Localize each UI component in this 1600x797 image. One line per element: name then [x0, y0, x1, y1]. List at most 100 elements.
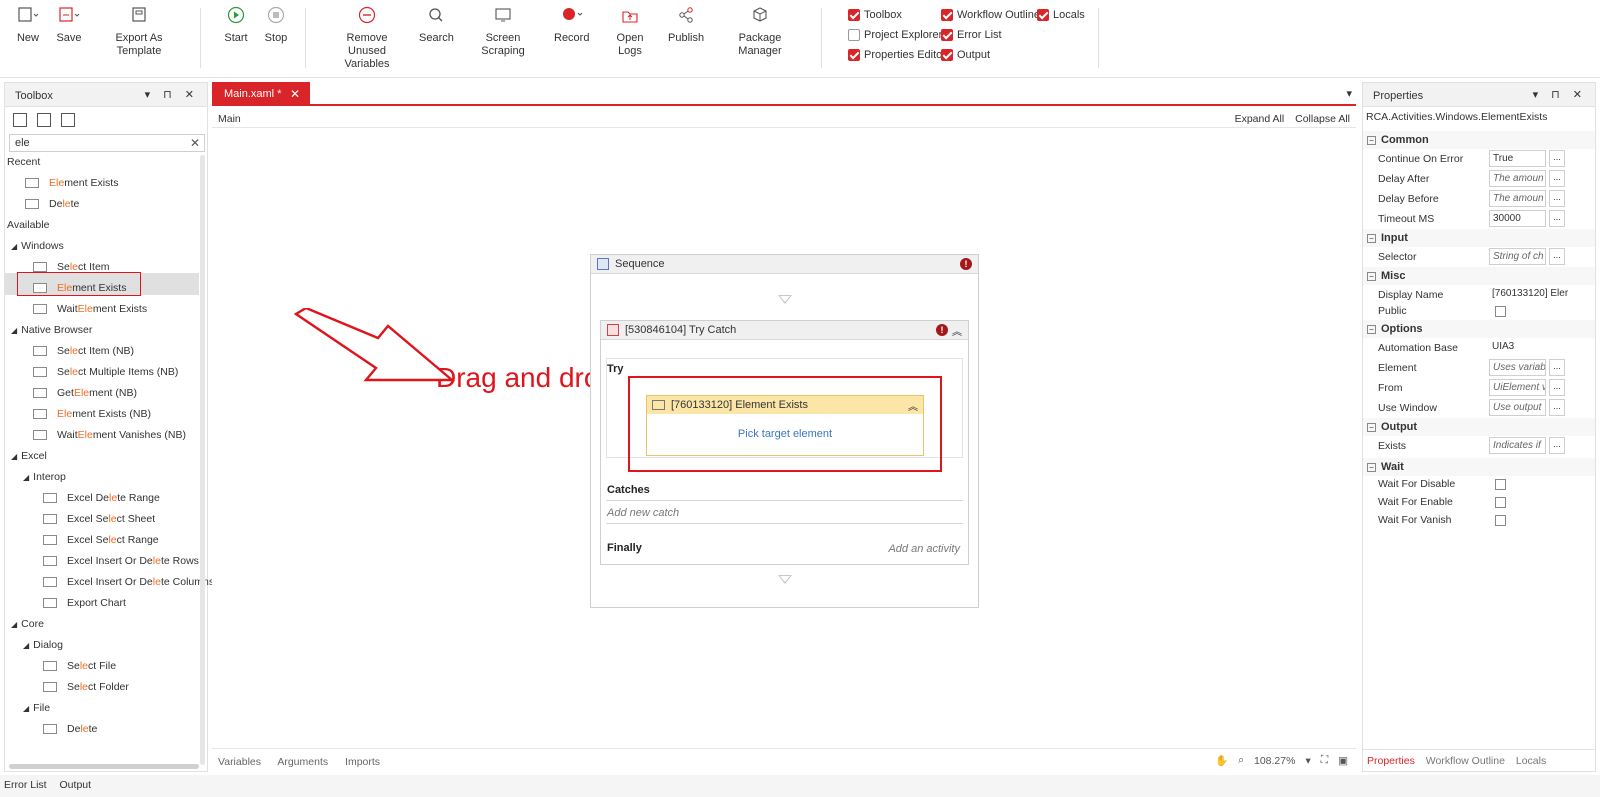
pan-hand-icon[interactable]: ✋ — [1215, 754, 1228, 767]
tab-list-icon[interactable]: ▾ — [1346, 87, 1352, 100]
list-item[interactable]: Export Chart — [43, 597, 126, 609]
category-options[interactable]: − Options — [1363, 320, 1595, 338]
save-button[interactable]: Save — [55, 6, 83, 45]
properties-editor-toggle[interactable]: Properties Editor — [848, 49, 946, 61]
stop-button[interactable]: Stop — [262, 6, 290, 45]
wait-vanish-checkbox[interactable] — [1495, 515, 1506, 526]
use-window-field[interactable]: Use output — [1489, 399, 1546, 416]
selector-field[interactable]: String of ch — [1489, 248, 1546, 265]
list-view-icon[interactable] — [61, 113, 75, 127]
ellipsis-button[interactable]: ... — [1549, 379, 1565, 396]
tab-workflow-outline[interactable]: Workflow Outline — [1426, 755, 1505, 767]
ellipsis-button[interactable]: ... — [1549, 248, 1565, 265]
collapse-all-link[interactable]: Collapse All — [1295, 113, 1350, 125]
arguments-tab[interactable]: Arguments — [277, 756, 328, 768]
list-item[interactable]: Se le ct Multiple Items (NB) — [33, 366, 178, 378]
list-item[interactable]: Wait Ele ment Vanishes (NB) — [33, 429, 186, 441]
locals-toggle[interactable]: Locals — [1037, 9, 1085, 21]
ellipsis-button[interactable]: ... — [1549, 190, 1565, 207]
panel-window-controls[interactable]: ▾ ⊓ ✕ — [145, 88, 199, 101]
from-field[interactable]: UiElement v — [1489, 379, 1546, 396]
clear-search-icon[interactable]: ✕ — [190, 136, 200, 150]
try-catch-activity[interactable]: [530846104] Try Catch ! ︽ Try [760133120… — [600, 320, 969, 565]
public-checkbox[interactable] — [1495, 306, 1506, 317]
list-item[interactable]: Excel Se le ct Range — [43, 534, 159, 546]
collapse-icon[interactable]: ︽ — [952, 323, 962, 338]
wait-disable-checkbox[interactable] — [1495, 479, 1506, 490]
tree-group-native-browser[interactable]: ◢ Native Browser — [11, 324, 92, 336]
fit-to-screen-icon[interactable]: ⛶ — [1321, 754, 1328, 767]
list-item[interactable]: Se le ct Item (NB) — [33, 345, 134, 357]
export-template-button[interactable]: Export As Template — [96, 6, 182, 58]
toolbox-toggle[interactable]: Toolbox — [848, 9, 902, 21]
toolbox-search-input[interactable]: ele ✕ — [9, 134, 205, 152]
exists-field[interactable]: Indicates if — [1489, 437, 1546, 454]
category-common[interactable]: − Common — [1363, 131, 1595, 149]
ellipsis-button[interactable]: ... — [1549, 150, 1565, 167]
add-activity-link[interactable]: Add an activity — [888, 543, 960, 555]
list-item[interactable]: Ele ment Exists — [33, 282, 126, 294]
wait-enable-checkbox[interactable] — [1495, 497, 1506, 508]
display-name-field[interactable]: [760133120] Eler — [1489, 286, 1593, 303]
zoom-dropdown-icon[interactable]: ▾ — [1305, 755, 1310, 767]
tab-properties[interactable]: Properties — [1367, 755, 1415, 767]
expand-all-icon[interactable] — [13, 113, 27, 127]
ellipsis-button[interactable]: ... — [1549, 210, 1565, 227]
list-item[interactable]: Se le ct File — [43, 660, 116, 672]
category-wait[interactable]: − Wait — [1363, 458, 1595, 476]
tab-locals[interactable]: Locals — [1516, 755, 1546, 767]
list-item[interactable]: Wait Ele ment Exists — [33, 303, 147, 315]
search-button[interactable]: Search — [419, 6, 454, 45]
delay-after-field[interactable]: The amoun — [1489, 170, 1546, 187]
expand-all-link[interactable]: Expand All — [1235, 113, 1285, 125]
record-button[interactable]: Record — [554, 6, 589, 45]
overview-map-icon[interactable]: ▣ — [1338, 755, 1348, 767]
remove-unused-variables-button[interactable]: Remove Unused Variables — [330, 6, 404, 71]
tree-group-available[interactable]: Available — [7, 219, 49, 231]
list-item[interactable]: Excel De le te Range — [43, 492, 160, 504]
tree-group-interop[interactable]: ◢ Interop — [23, 471, 66, 483]
automation-base-field[interactable]: UIA3 — [1489, 339, 1546, 356]
list-item[interactable]: Excel Insert Or De le te Columns — [43, 576, 214, 588]
ellipsis-button[interactable]: ... — [1549, 170, 1565, 187]
tree-group-dialog[interactable]: ◢ Dialog — [23, 639, 63, 651]
category-misc[interactable]: − Misc — [1363, 267, 1595, 285]
panel-window-controls[interactable]: ▾ ⊓ ✕ — [1533, 88, 1587, 101]
tab-main-xaml[interactable]: Main.xaml * ✕ — [212, 82, 310, 106]
list-item[interactable]: Get Ele ment (NB) — [33, 387, 137, 399]
imports-tab[interactable]: Imports — [345, 756, 380, 768]
screen-scraping-button[interactable]: Screen Scraping — [467, 6, 539, 58]
list-item[interactable]: De le te — [43, 723, 97, 735]
sequence-activity[interactable]: Sequence ! [530846104] Try Catch ! ︽ Try… — [590, 254, 979, 608]
tree-group-recent[interactable]: Recent — [7, 156, 40, 168]
category-output[interactable]: − Output — [1363, 418, 1595, 436]
workflow-outline-toggle[interactable]: Workflow Outline — [941, 9, 1040, 21]
tree-group-windows[interactable]: ◢ Windows — [11, 240, 64, 252]
tree-group-core[interactable]: ◢ Core — [11, 618, 44, 630]
package-manager-button[interactable]: Package Manager — [718, 6, 802, 58]
open-logs-button[interactable]: Open Logs — [605, 6, 655, 58]
tab-error-list[interactable]: Error List — [4, 779, 47, 791]
variables-tab[interactable]: Variables — [218, 756, 261, 768]
list-item[interactable]: De le te — [25, 198, 79, 210]
new-button[interactable]: New — [14, 6, 42, 45]
output-toggle[interactable]: Output — [941, 49, 990, 61]
zoom-level[interactable]: 108.27% — [1254, 755, 1295, 767]
tree-group-excel[interactable]: ◢ Excel — [11, 450, 47, 462]
zoom-search-icon[interactable]: ⌕ — [1238, 754, 1244, 767]
project-explorer-toggle[interactable]: Project Explorer — [848, 29, 942, 41]
delay-before-field[interactable]: The amoun — [1489, 190, 1546, 207]
ellipsis-button[interactable]: ... — [1549, 359, 1565, 376]
list-item[interactable]: Excel Se le ct Sheet — [43, 513, 155, 525]
ellipsis-button[interactable]: ... — [1549, 437, 1565, 454]
list-item[interactable]: Ele ment Exists (NB) — [33, 408, 151, 420]
list-item[interactable]: Se le ct Folder — [43, 681, 129, 693]
collapse-all-icon[interactable] — [37, 113, 51, 127]
tab-output[interactable]: Output — [60, 779, 92, 791]
start-button[interactable]: Start — [222, 6, 250, 45]
ellipsis-button[interactable]: ... — [1549, 399, 1565, 416]
horizontal-scrollbar[interactable] — [9, 764, 199, 769]
timeout-field[interactable]: 30000 — [1489, 210, 1546, 227]
add-new-catch-link[interactable]: Add new catch — [607, 507, 679, 519]
vertical-scrollbar[interactable] — [200, 155, 205, 765]
